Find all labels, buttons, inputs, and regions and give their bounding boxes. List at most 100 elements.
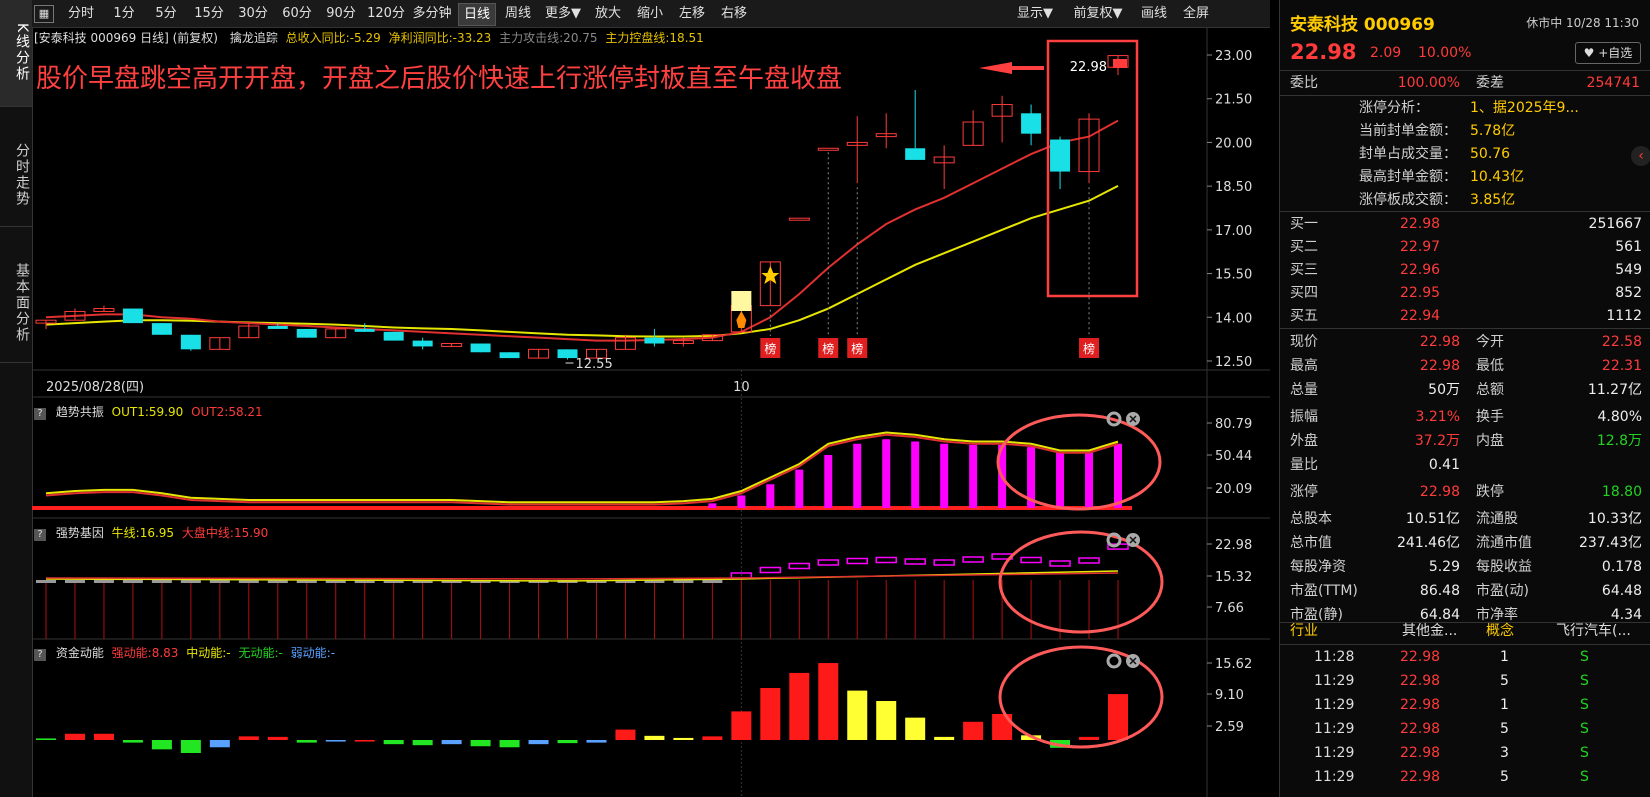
panel3-bar: [267, 736, 288, 740]
panel1-bar: [824, 455, 833, 508]
stat-label: 跌停: [1476, 484, 1504, 500]
panel2-name: 强势基因: [55, 526, 104, 540]
panel2-marker-grey: [122, 580, 143, 583]
period-button-14[interactable]: 左移: [674, 3, 710, 24]
panel3-bar: [528, 740, 549, 745]
panel3-bar: [499, 740, 520, 748]
stat-value: 4.80%: [1597, 409, 1642, 425]
period-button-3[interactable]: 15分: [190, 3, 228, 24]
period-button-6[interactable]: 90分: [322, 3, 360, 24]
grid-menu-icon[interactable]: ▦: [34, 5, 54, 23]
period-button-5[interactable]: 60分: [278, 3, 316, 24]
stat-label: 振幅: [1290, 409, 1318, 425]
toolbar-right-button-1[interactable]: 前复权▼: [1066, 3, 1130, 24]
tick-volume: 5: [1500, 721, 1509, 737]
panel2-marker-grey: [180, 580, 201, 583]
bid-price: 22.98: [1400, 216, 1441, 232]
stat-label: 量比: [1290, 457, 1318, 473]
panel3-bar: [64, 733, 85, 740]
left-sidebar: K线分析 分时走势 基本面分析: [0, 0, 33, 797]
panel2-marker: [933, 559, 955, 566]
weicha-label: 委差: [1476, 75, 1504, 91]
help-icon[interactable]: ?: [34, 408, 46, 420]
period-button-1[interactable]: 1分: [106, 3, 142, 24]
candle-body: [905, 148, 926, 160]
indicator-name: 擒龙追踪: [229, 31, 278, 45]
tick-side: S: [1580, 697, 1589, 713]
candle-body: [817, 147, 839, 151]
period-button-8[interactable]: 多分钟: [412, 3, 452, 24]
stat-value: 0.178: [1601, 559, 1642, 575]
bid-level: 买五: [1290, 308, 1318, 324]
stock-name: 安泰科技 000969: [1290, 15, 1435, 35]
tab-intraday-trend[interactable]: 分时走势: [0, 124, 32, 227]
panel2-marker: [1049, 560, 1071, 567]
webi-row: 委比 100.00% 委差 254741: [1280, 72, 1650, 95]
stat-value: 241.46亿: [1397, 535, 1460, 551]
panel3-bar: [151, 740, 172, 750]
period-button-13[interactable]: 缩小: [632, 3, 668, 24]
help-icon[interactable]: ?: [34, 529, 46, 541]
price-axis-label: 15.50: [1215, 268, 1252, 283]
toolbar-right-button-0[interactable]: 显示▼: [1010, 3, 1060, 24]
period-button-15[interactable]: 右移: [716, 3, 752, 24]
tab-kline-analysis[interactable]: K线分析: [0, 0, 32, 107]
panel3-bar: [673, 737, 694, 740]
period-button-9[interactable]: 日线: [458, 3, 496, 26]
panel1-bar: [969, 444, 978, 508]
add-favorite-button[interactable]: ♥ +自选: [1575, 42, 1641, 64]
period-button-0[interactable]: 分时: [62, 3, 100, 24]
period-button-12[interactable]: 放大: [590, 3, 626, 24]
stat-row: 市盈(静) 64.84 市净率 4.34: [1280, 604, 1650, 627]
price-axis-label: 21.50: [1215, 93, 1252, 108]
panel3-bar: [586, 740, 607, 743]
panel3-axis-label: 9.10: [1215, 688, 1244, 703]
panel1-axis-label: 20.09: [1215, 482, 1252, 497]
bid-row: 买四 22.95 852: [1280, 282, 1650, 305]
panel2-marker-grey: [36, 580, 56, 583]
stat-row: 总量 50万 总额 11.27亿: [1280, 379, 1650, 402]
stat-label: 市盈(静): [1290, 607, 1343, 623]
tick-time: 11:29: [1314, 697, 1355, 713]
stat-label: 每股净资: [1290, 559, 1346, 575]
candle-body: [122, 308, 143, 324]
stat-value: 10.51亿: [1405, 511, 1460, 527]
help-icon[interactable]: ?: [34, 649, 46, 661]
candle-body: [557, 349, 578, 359]
tick-volume: 1: [1500, 649, 1509, 665]
stat-label: 今开: [1476, 334, 1504, 350]
market-status: 休市中 10/28 11:30: [1526, 16, 1639, 30]
candle-body: [267, 326, 288, 329]
panel2-marker-grey: [64, 580, 85, 583]
panel2-axis-label: 7.66: [1215, 601, 1244, 616]
stat-label: 最高: [1290, 358, 1318, 374]
period-button-2[interactable]: 5分: [148, 3, 184, 24]
panel3-bar: [731, 711, 752, 740]
toolbar-right-button-3[interactable]: 全屏: [1178, 3, 1214, 24]
stat-row: 涨停 22.98 跌停 18.80: [1280, 481, 1650, 504]
period-button-4[interactable]: 30分: [234, 3, 272, 24]
panel2-marker: [788, 562, 811, 570]
main-attack-line: 主力攻击线:20.75: [499, 31, 598, 45]
limit-analysis-row: 封单占成交量： 50.76: [1280, 143, 1650, 166]
limit-analysis-row: 涨停板成交额： 3.85亿: [1280, 189, 1650, 212]
panel3-bar: [644, 735, 665, 740]
period-button-7[interactable]: 120分: [366, 3, 406, 24]
panel3-bar: [36, 738, 56, 740]
stat-row: 总市值 241.46亿 流通市值 237.43亿: [1280, 532, 1650, 555]
bid-price: 22.94: [1400, 308, 1441, 324]
bang-marker-text: 榜: [764, 341, 776, 356]
period-button-10[interactable]: 周线: [500, 3, 536, 24]
bid-volume: 852: [1615, 285, 1642, 301]
panel2-axis-label: 15.32: [1215, 570, 1252, 585]
period-button-11[interactable]: 更多▼: [542, 3, 584, 24]
tick-row: 11:29 22.98 5 S: [1280, 766, 1650, 789]
toolbar-right-button-2[interactable]: 画线: [1136, 3, 1172, 24]
stat-row: 市盈(TTM) 86.48 市盈(动) 64.48: [1280, 580, 1650, 603]
tick-price: 22.98: [1400, 649, 1441, 665]
bid-volume: 1112: [1606, 308, 1642, 324]
panel3-bar: [818, 663, 839, 740]
tab-fundamental-analysis[interactable]: 基本面分析: [0, 244, 32, 363]
panel1-bar: [940, 443, 949, 508]
stat-label: 现价: [1290, 334, 1318, 350]
